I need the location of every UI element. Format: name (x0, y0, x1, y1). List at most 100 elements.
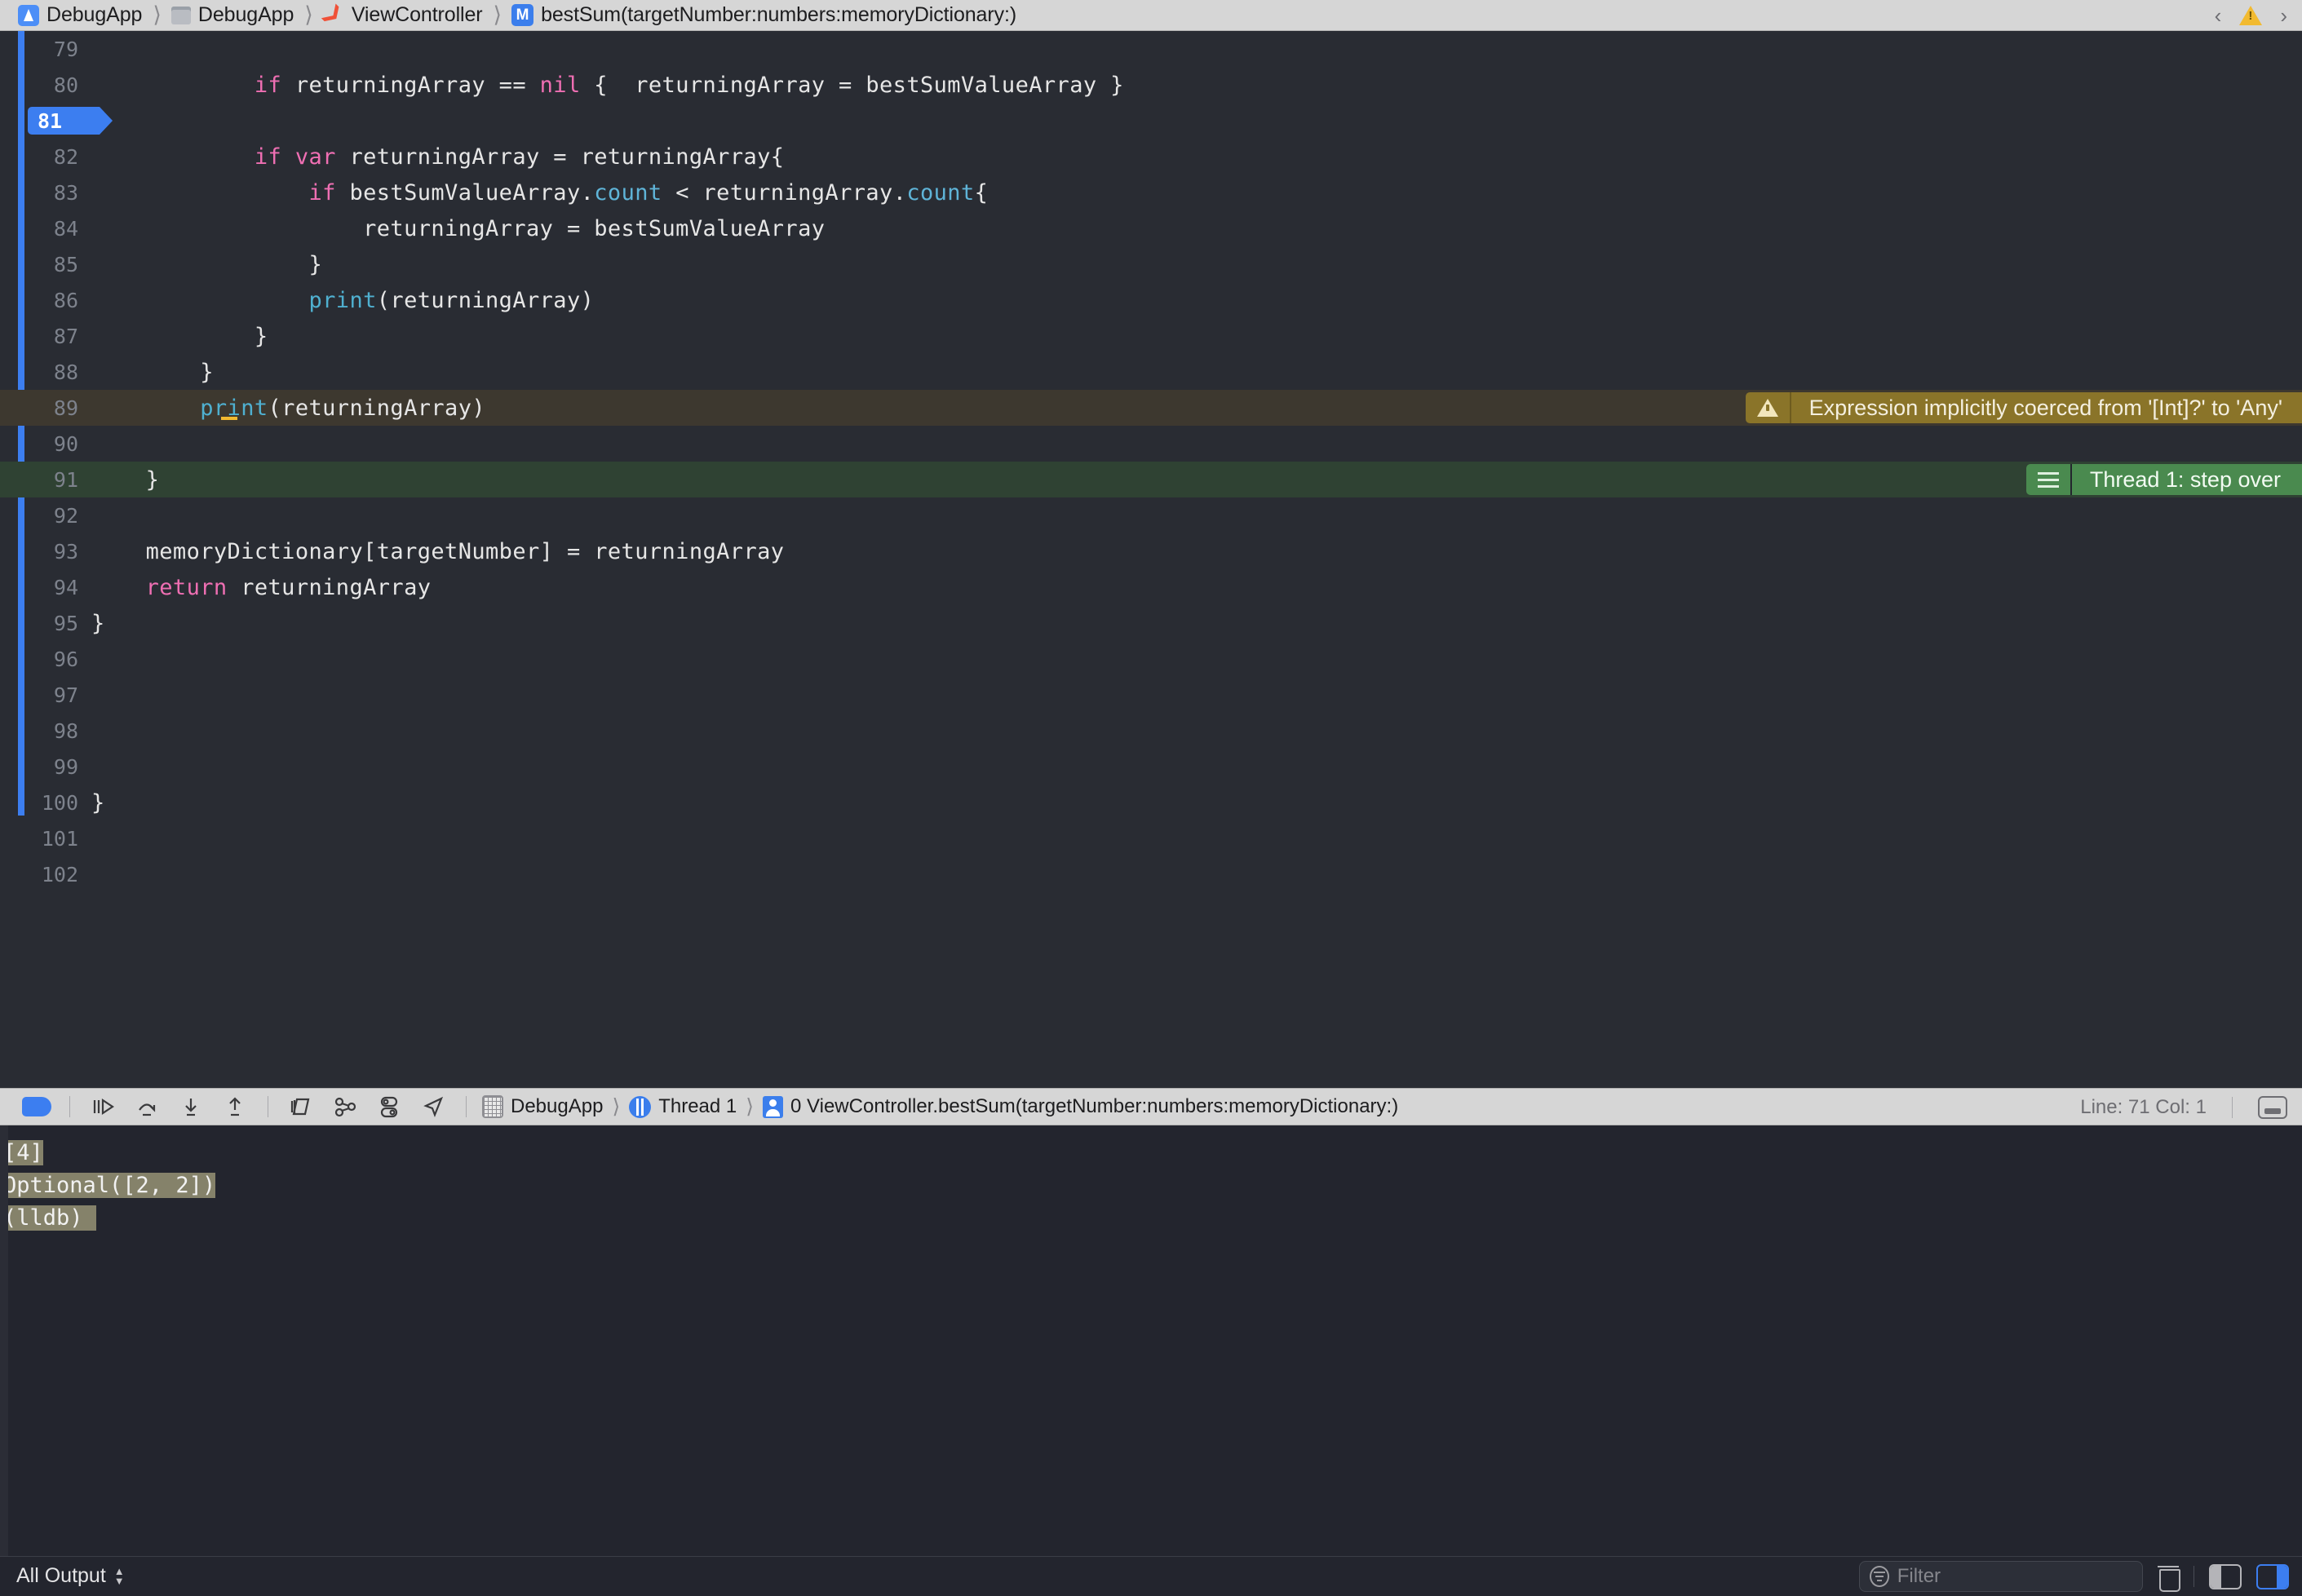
filter-input[interactable] (1897, 1565, 2132, 1588)
warning-triangle-icon[interactable] (2239, 6, 2263, 25)
line-col-indicator: Line: 71 Col: 1 (2080, 1096, 2207, 1118)
code-line[interactable]: 81 (0, 103, 2302, 139)
step-out-button[interactable] (216, 1093, 254, 1121)
line-number[interactable]: 91 (0, 468, 91, 492)
code-line[interactable]: 91 } Thread 1: step over (0, 462, 2302, 497)
continue-icon (93, 1098, 114, 1116)
memory-graph-icon (334, 1097, 356, 1117)
breadcrumb-label: ViewController (351, 3, 483, 26)
breadcrumb-item-file[interactable]: ViewController (323, 0, 483, 31)
line-number[interactable]: 85 (0, 253, 91, 276)
code-line[interactable]: 99 (0, 749, 2302, 785)
line-number[interactable]: 99 (0, 755, 91, 779)
line-number[interactable]: 97 (0, 683, 91, 707)
code-line[interactable]: 94 return returningArray (0, 569, 2302, 605)
step-over-button[interactable] (128, 1093, 166, 1121)
text-cursor (221, 417, 237, 420)
code-line[interactable]: 79 (0, 31, 2302, 67)
line-number[interactable]: 93 (0, 540, 91, 564)
swift-file-icon (323, 5, 344, 26)
view-hierarchy-button[interactable] (282, 1093, 320, 1121)
line-number[interactable]: 89 (0, 396, 91, 420)
line-number[interactable]: 83 (0, 181, 91, 205)
code-line[interactable]: 95} (0, 605, 2302, 641)
code-line[interactable]: 85 } (0, 246, 2302, 282)
breakpoint-marker[interactable]: 81 (28, 107, 113, 135)
debug-breadcrumb-frame[interactable]: 0 ViewController.bestSum(targetNumber:nu… (763, 1091, 1398, 1122)
line-number[interactable]: 95 (0, 612, 91, 635)
line-number[interactable]: 88 (0, 360, 91, 384)
code-line[interactable]: 82 if var returningArray = returningArra… (0, 139, 2302, 175)
code-line[interactable]: 90 (0, 426, 2302, 462)
folder-icon (170, 6, 191, 24)
line-number[interactable]: 102 (0, 863, 91, 886)
output-scope-label: All Output (16, 1564, 106, 1587)
breadcrumb-item-group[interactable]: DebugApp (170, 0, 294, 31)
step-into-button[interactable] (172, 1093, 210, 1121)
view-hierarchy-icon (290, 1098, 310, 1116)
line-number[interactable]: 100 (0, 791, 91, 815)
continue-button[interactable] (84, 1093, 122, 1121)
environment-overrides-button[interactable] (370, 1093, 408, 1121)
line-number[interactable]: 87 (0, 325, 91, 348)
line-number[interactable]: 84 (0, 217, 91, 241)
code-line[interactable]: 84 returningArray = bestSumValueArray (0, 210, 2302, 246)
debug-breadcrumb-thread[interactable]: Thread 1 (629, 1091, 737, 1122)
console-output[interactable]: [4] Optional([2, 2]) (lldb) (0, 1125, 2302, 1556)
thread-status-banner[interactable]: Thread 1: step over (2025, 464, 2302, 495)
code-line[interactable]: 98 (0, 713, 2302, 749)
jump-bar: DebugApp ⟩ DebugApp ⟩ ViewController ⟩ M… (0, 0, 2302, 31)
code-line[interactable]: 92 (0, 497, 2302, 533)
next-issue-button[interactable]: › (2280, 3, 2287, 29)
xcode-project-icon (18, 4, 39, 26)
line-number[interactable]: 82 (0, 145, 91, 169)
code-line[interactable]: 102 (0, 856, 2302, 892)
line-number[interactable]: 86 (0, 289, 91, 312)
code-line[interactable]: 86 print(returningArray) (0, 282, 2302, 318)
hide-console-icon[interactable] (2258, 1096, 2287, 1119)
source-editor[interactable]: 79 80 if returningArray == nil { returnin… (0, 31, 2302, 1088)
console-lines[interactable]: [4] Optional([2, 2]) (lldb) (0, 1137, 2302, 1235)
code-area[interactable]: 79 80 if returningArray == nil { returnin… (0, 31, 2302, 892)
debug-breadcrumb-process[interactable]: DebugApp (482, 1091, 603, 1122)
issue-navigation-controls: ‹ › (2215, 0, 2287, 31)
inline-warning-banner[interactable]: Expression implicitly coerced from '[Int… (1745, 392, 2302, 423)
code-line[interactable]: 96 (0, 641, 2302, 677)
line-number[interactable]: 90 (0, 432, 91, 456)
code-line[interactable]: 87 } (0, 318, 2302, 354)
simulate-location-button[interactable] (414, 1093, 452, 1121)
line-number[interactable]: 101 (0, 827, 91, 851)
code-text: } (91, 323, 268, 349)
code-line[interactable]: 101 (0, 820, 2302, 856)
toggle-breakpoints-button[interactable] (18, 1093, 55, 1121)
debug-breadcrumb-label: DebugApp (511, 1095, 604, 1117)
code-line[interactable]: 83 if bestSumValueArray.count < returnin… (0, 175, 2302, 210)
line-number[interactable]: 79 (0, 38, 91, 61)
clear-console-button[interactable] (2158, 1564, 2180, 1592)
breadcrumb-item-method[interactable]: M bestSum(targetNumber:numbers:memoryDic… (511, 0, 1016, 31)
line-number[interactable]: 96 (0, 648, 91, 671)
code-line[interactable]: 93 memoryDictionary[targetNumber] = retu… (0, 533, 2302, 569)
console-line-text: [4] (3, 1140, 43, 1165)
line-number[interactable]: 94 (0, 576, 91, 599)
method-icon: M (511, 4, 534, 26)
code-line[interactable]: 88 } (0, 354, 2302, 390)
line-number[interactable]: 98 (0, 719, 91, 743)
hamburger-icon[interactable] (2026, 464, 2072, 495)
memory-graph-button[interactable] (326, 1093, 364, 1121)
show-console-view-icon[interactable] (2256, 1563, 2289, 1589)
previous-issue-button[interactable]: ‹ (2215, 3, 2222, 29)
breadcrumb-label: DebugApp (197, 3, 294, 26)
line-number[interactable]: 80 (0, 73, 91, 97)
show-variables-view-icon[interactable] (2209, 1563, 2242, 1589)
code-line[interactable]: 100} (0, 785, 2302, 820)
breadcrumb-item-project[interactable]: DebugApp (18, 0, 142, 31)
console-filter-box[interactable] (1859, 1561, 2143, 1592)
code-line[interactable]: 97 (0, 677, 2302, 713)
code-line[interactable]: 80 if returningArray == nil { returningA… (0, 67, 2302, 103)
line-number[interactable]: 92 (0, 504, 91, 528)
code-line[interactable]: 89 print(returningArray) Expression impli… (0, 390, 2302, 426)
output-scope-dropdown[interactable]: All Output ▲ ▼ (16, 1564, 125, 1588)
breakpoint-icon (22, 1097, 51, 1116)
console-left-stripe (0, 1125, 8, 1556)
